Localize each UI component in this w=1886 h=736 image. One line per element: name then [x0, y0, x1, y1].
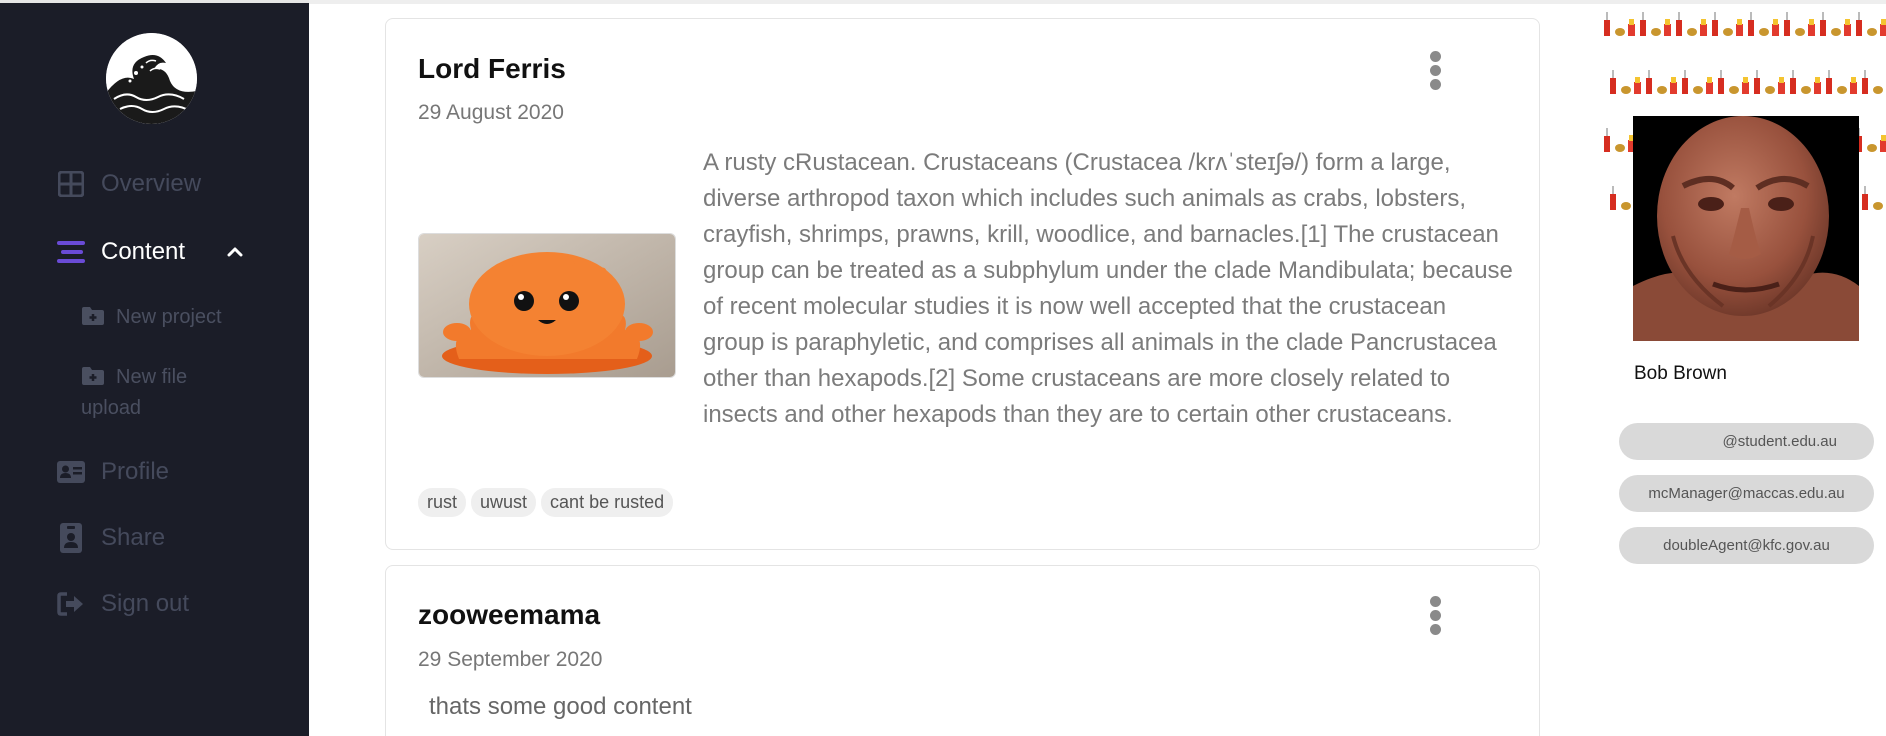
nav-profile-label: Profile — [101, 458, 170, 485]
sidebar-top-rule — [0, 0, 309, 3]
post-card: zooweemama 29 September 2020 thats some … — [385, 565, 1540, 736]
subnav-new-project-label: New project — [116, 306, 222, 328]
avatar[interactable] — [1633, 116, 1859, 341]
nav-share-label: Share — [101, 524, 166, 551]
email-pill[interactable]: mcManager@maccas.edu.au — [1619, 475, 1874, 512]
folder-plus-icon — [82, 304, 104, 325]
nav-overview-label: Overview — [101, 170, 202, 197]
top-divider — [309, 0, 1886, 4]
tag-list: rust uwust cant be rusted — [418, 488, 674, 517]
chevron-up-icon[interactable] — [225, 242, 245, 262]
list-icon — [57, 238, 85, 266]
badge-icon — [57, 523, 85, 553]
nav-overview[interactable]: Overview — [57, 170, 201, 198]
more-options-icon[interactable] — [1430, 596, 1442, 636]
subnav-new-file-upload[interactable]: New file upload — [81, 362, 188, 424]
grid-icon — [57, 170, 85, 198]
post-author: zooweemama — [418, 599, 601, 630]
email-pill[interactable]: @student.edu.au — [1619, 423, 1874, 460]
nav-share[interactable]: Share — [57, 523, 166, 553]
post-author: Lord Ferris — [418, 53, 566, 84]
nav-profile[interactable]: Profile — [57, 458, 169, 486]
nav-content[interactable]: Content — [57, 238, 185, 266]
subnav-new-file-label-line2: upload — [81, 397, 142, 419]
subnav-new-file-label-line1: New file — [116, 366, 188, 388]
id-card-icon — [57, 458, 85, 486]
tag[interactable]: cant be rusted — [541, 488, 674, 517]
nav-sign-out[interactable]: Sign out — [57, 590, 189, 618]
nav-content-label: Content — [101, 238, 186, 265]
tag[interactable]: uwust — [471, 488, 537, 517]
sidebar: Overview Content New project New file up… — [0, 0, 309, 736]
tag[interactable]: rust — [418, 488, 467, 517]
post-date: 29 August 2020 — [418, 101, 564, 124]
post-image — [418, 233, 676, 378]
subnav-new-project[interactable]: New project — [82, 302, 222, 333]
post-body: A rusty cRustacean. Crustaceans (Crustac… — [703, 149, 1513, 428]
email-pill[interactable]: doubleAgent@kfc.gov.au — [1619, 527, 1874, 564]
more-options-icon[interactable] — [1430, 51, 1442, 91]
post-body: thats some good content — [429, 693, 692, 720]
wave-logo[interactable] — [106, 33, 197, 124]
sign-out-icon — [57, 590, 85, 618]
post-card: Lord Ferris 29 August 2020 A rusty cRust… — [385, 18, 1540, 550]
nav-sign-out-label: Sign out — [101, 590, 190, 617]
folder-plus-icon — [82, 364, 104, 385]
profile-name: Bob Brown — [1634, 363, 1727, 384]
post-date: 29 September 2020 — [418, 648, 603, 671]
